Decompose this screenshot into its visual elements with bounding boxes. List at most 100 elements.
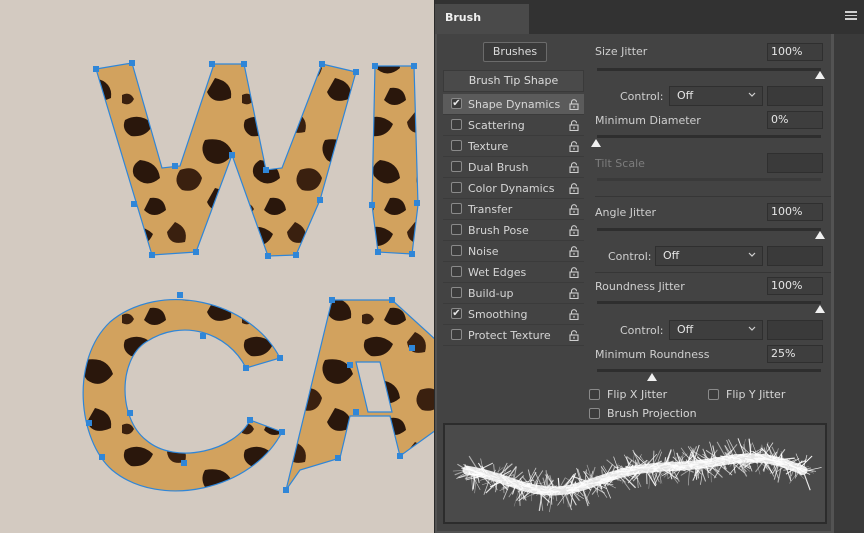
tilt-scale-field xyxy=(767,153,823,173)
panel-tab-bar: Brush Settings xyxy=(435,0,864,52)
tilt-scale-label: Tilt Scale xyxy=(595,157,645,170)
option-label: Noise xyxy=(468,245,499,258)
brush-option-scattering[interactable]: Scattering xyxy=(443,115,584,136)
brush-option-noise[interactable]: Noise xyxy=(443,241,584,262)
checkbox[interactable]: ✔ xyxy=(451,308,462,319)
checkbox[interactable] xyxy=(451,266,462,277)
lock-icon[interactable] xyxy=(569,225,579,236)
lock-icon[interactable] xyxy=(569,99,579,110)
flip-x-jitter-checkbox[interactable]: Flip X Jitter xyxy=(589,388,699,404)
brush-option-texture[interactable]: Texture xyxy=(443,136,584,157)
flip-x-label: Flip X Jitter xyxy=(607,388,668,401)
angle-jitter-label: Angle Jitter xyxy=(595,206,657,219)
roundness-jitter-thumb[interactable] xyxy=(815,305,825,313)
flip-x-checkbox-box xyxy=(589,389,600,400)
angle-jitter-thumb[interactable] xyxy=(815,231,825,239)
tab-brush-settings[interactable]: Brush Settings xyxy=(435,4,529,52)
word-bottom xyxy=(82,299,436,492)
brush-projection-checkbox[interactable]: Brush Projection xyxy=(589,407,719,423)
checkbox[interactable]: ✔ xyxy=(451,98,462,109)
checkbox[interactable] xyxy=(451,245,462,256)
size-control-label: Control: xyxy=(620,90,664,103)
stroke-preview-graphic xyxy=(452,438,822,513)
checkbox[interactable] xyxy=(451,224,462,235)
brush-option-protect-texture[interactable]: Protect Texture xyxy=(443,325,584,346)
lock-icon[interactable] xyxy=(569,288,579,299)
lock-icon[interactable] xyxy=(569,183,579,194)
option-label: Texture xyxy=(468,140,509,153)
min-roundness-slider[interactable] xyxy=(597,369,821,372)
size-jitter-thumb[interactable] xyxy=(815,71,825,79)
brush-option-wet-edges[interactable]: Wet Edges xyxy=(443,262,584,283)
roundness-jitter-slider[interactable] xyxy=(597,301,821,304)
min-diameter-field[interactable]: 0% xyxy=(767,111,823,129)
option-label: Build-up xyxy=(468,287,514,300)
angle-control-value: Off xyxy=(663,249,680,262)
size-control-value: Off xyxy=(677,89,694,102)
min-roundness-label: Minimum Roundness xyxy=(595,348,710,361)
panel-scroll-strip[interactable] xyxy=(834,34,864,533)
checkbox[interactable] xyxy=(451,161,462,172)
angle-jitter-field[interactable]: 100% xyxy=(767,203,823,221)
checkbox[interactable] xyxy=(451,329,462,340)
lock-icon[interactable] xyxy=(569,204,579,215)
option-label: Scattering xyxy=(468,119,525,132)
size-jitter-label: Size Jitter xyxy=(595,45,648,58)
roundness-control-value: Off xyxy=(677,323,694,336)
flip-y-checkbox-box xyxy=(708,389,719,400)
checkbox[interactable] xyxy=(451,182,462,193)
brush-option-brush-pose[interactable]: Brush Pose xyxy=(443,220,584,241)
option-label: Shape Dynamics xyxy=(468,98,561,111)
tilt-scale-slider xyxy=(597,178,821,181)
lock-icon[interactable] xyxy=(569,246,579,257)
word-top xyxy=(95,62,419,257)
projection-label: Brush Projection xyxy=(607,407,697,420)
checkbox[interactable] xyxy=(451,119,462,130)
option-label: Smoothing xyxy=(468,308,528,321)
chevron-down-icon xyxy=(748,252,756,257)
brushes-button[interactable]: Brushes xyxy=(483,42,547,62)
size-control-select[interactable]: Off xyxy=(669,86,763,106)
roundness-jitter-field[interactable]: 100% xyxy=(767,277,823,295)
roundness-control-label: Control: xyxy=(620,324,664,337)
flip-y-jitter-checkbox[interactable]: Flip Y Jitter xyxy=(708,388,818,404)
brush-option-smoothing[interactable]: ✔ Smoothing xyxy=(443,304,584,325)
lock-icon[interactable] xyxy=(569,267,579,278)
min-roundness-thumb[interactable] xyxy=(647,373,657,381)
min-roundness-field[interactable]: 25% xyxy=(767,345,823,363)
lock-icon[interactable] xyxy=(569,330,579,341)
size-jitter-field[interactable]: 100% xyxy=(767,43,823,61)
lock-icon[interactable] xyxy=(569,120,579,131)
angle-jitter-slider[interactable] xyxy=(597,228,821,231)
roundness-control-select[interactable]: Off xyxy=(669,320,763,340)
roundness-jitter-label: Roundness Jitter xyxy=(595,280,685,293)
panel-menu-icon[interactable] xyxy=(845,11,857,21)
size-jitter-slider[interactable] xyxy=(597,68,821,71)
lock-icon[interactable] xyxy=(569,162,579,173)
checkbox[interactable] xyxy=(451,140,462,151)
brush-option-color-dynamics[interactable]: Color Dynamics xyxy=(443,178,584,199)
document-canvas[interactable] xyxy=(0,0,436,533)
brush-settings-panel: Brush Settings Brushes Brush Tip Shape ✔… xyxy=(434,0,864,533)
lock-icon[interactable] xyxy=(569,141,579,152)
checkbox[interactable] xyxy=(451,203,462,214)
checkbox[interactable] xyxy=(451,287,462,298)
brush-tip-shape-item[interactable]: Brush Tip Shape xyxy=(443,70,584,92)
lock-icon[interactable] xyxy=(569,309,579,320)
flip-y-label: Flip Y Jitter xyxy=(726,388,786,401)
divider xyxy=(595,196,831,197)
min-diameter-slider[interactable] xyxy=(597,135,821,138)
brush-option-transfer[interactable]: Transfer xyxy=(443,199,584,220)
angle-control-select[interactable]: Off xyxy=(655,246,763,266)
angle-control-aux xyxy=(767,246,823,266)
option-label: Transfer xyxy=(468,203,513,216)
projection-checkbox-box xyxy=(589,408,600,419)
min-diameter-thumb[interactable] xyxy=(591,139,601,147)
brush-option-build-up[interactable]: Build-up xyxy=(443,283,584,304)
stroke-bristles xyxy=(452,438,822,513)
brush-option-shape-dynamics[interactable]: ✔ Shape Dynamics xyxy=(443,94,584,115)
angle-control-label: Control: xyxy=(608,250,652,263)
brush-option-dual-brush[interactable]: Dual Brush xyxy=(443,157,584,178)
letter-w xyxy=(95,62,357,257)
brush-options-list: ✔ Shape Dynamics Scattering Texture Dual Bru… xyxy=(443,94,584,346)
